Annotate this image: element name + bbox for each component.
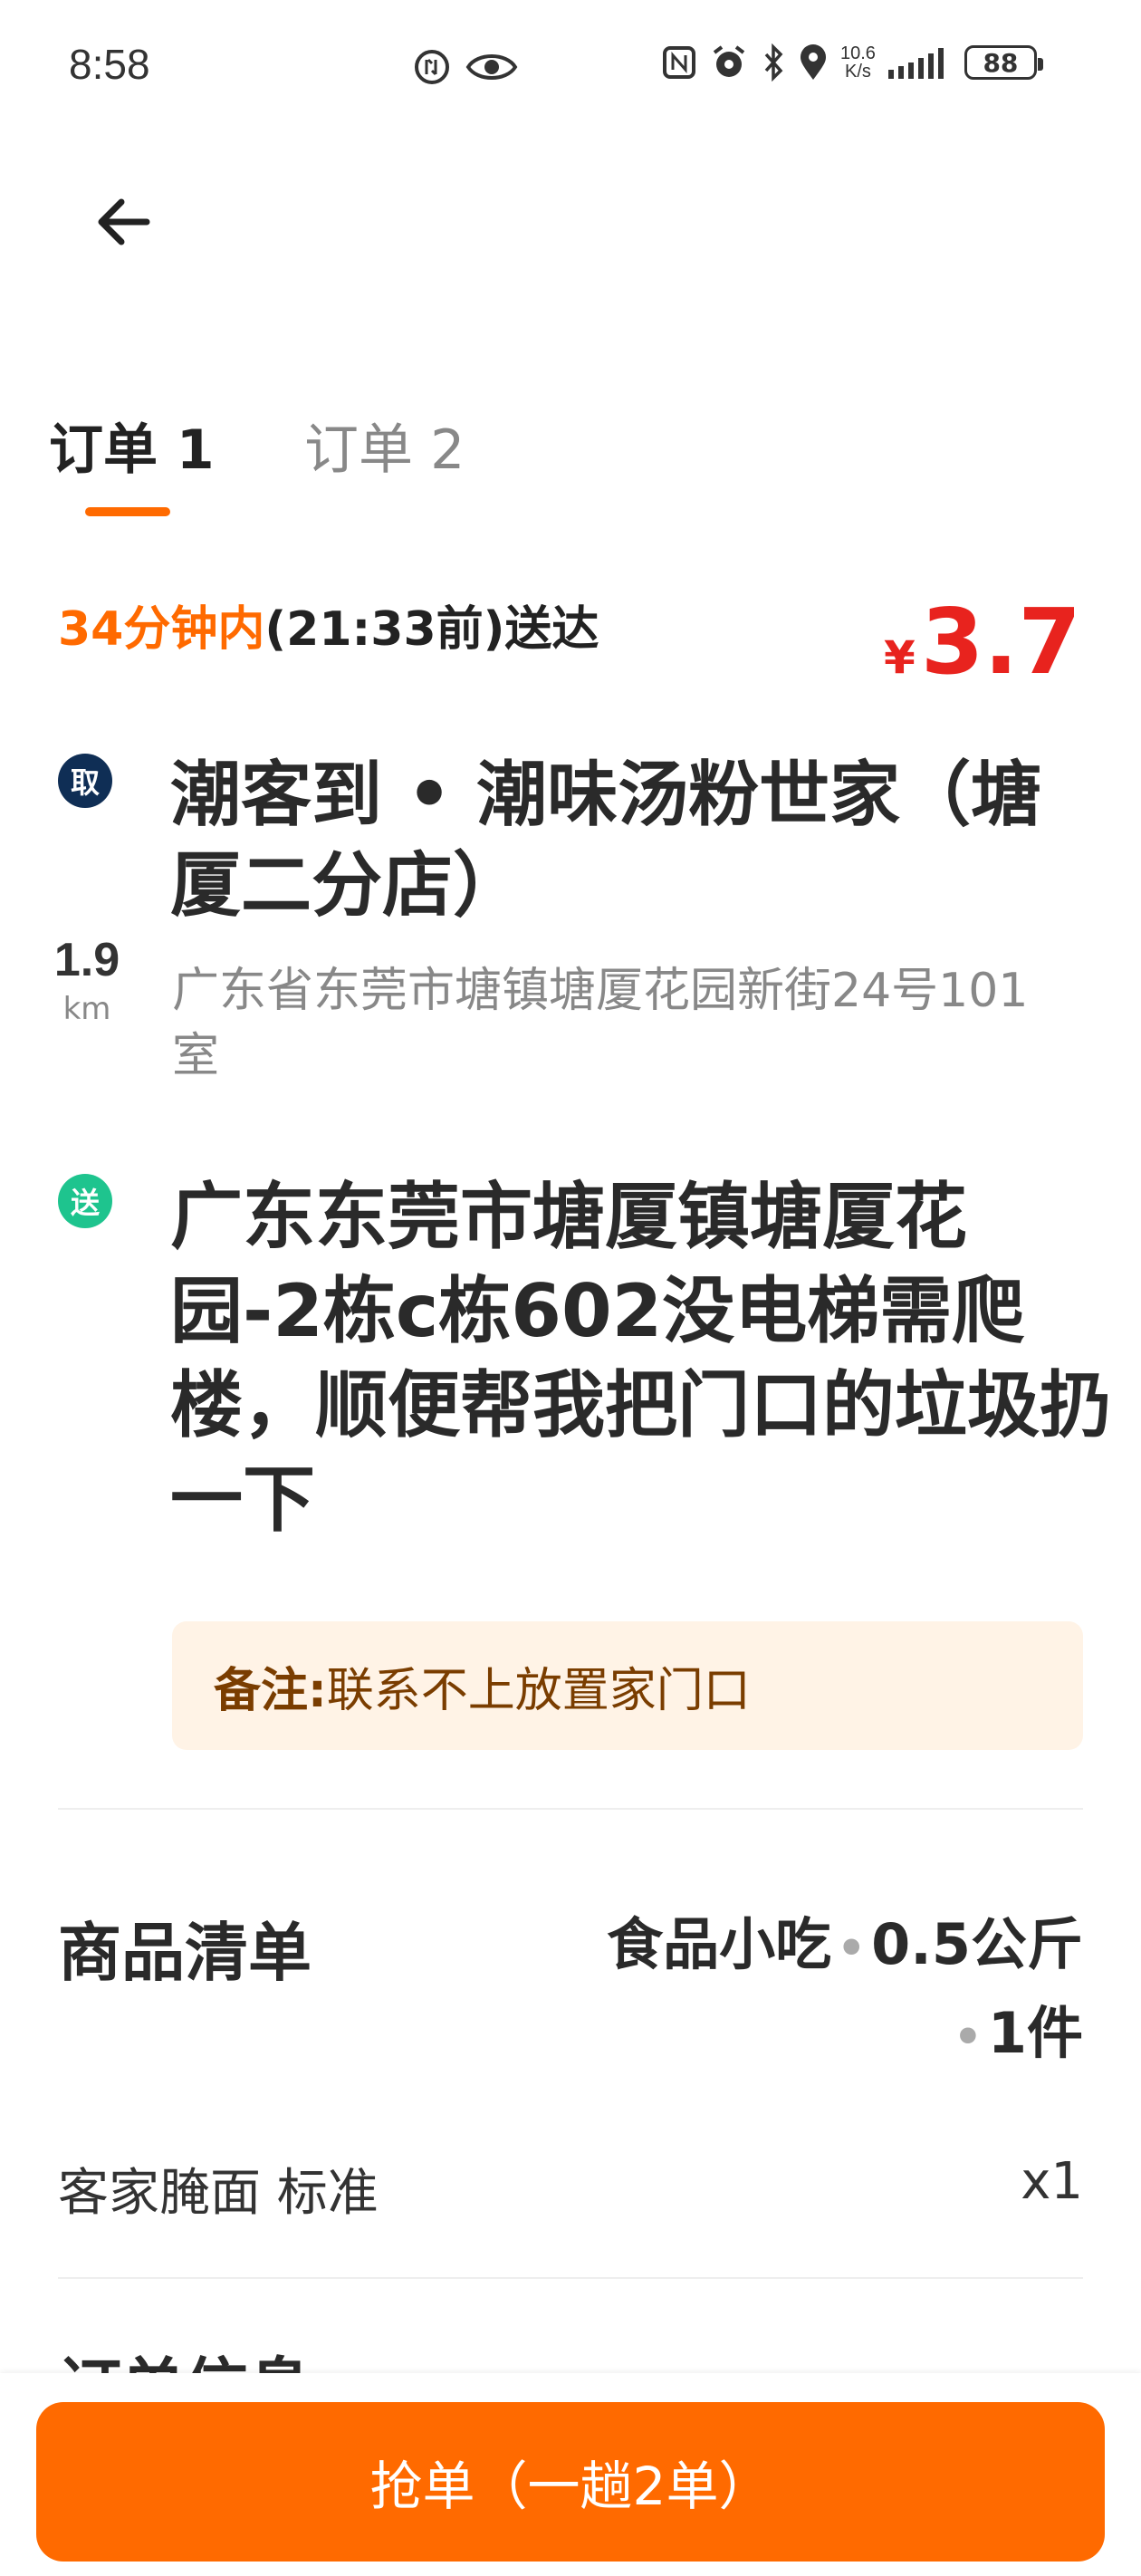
shop-name: 潮客到 • 潮味汤粉世家（塘厦二分店） <box>170 755 1042 927</box>
back-button[interactable] <box>91 186 163 258</box>
section-divider <box>58 1808 1083 1810</box>
shop-address: 广东省东莞市塘镇塘厦花园新街24号101室 <box>172 964 1029 1083</box>
battery-indicator: 88 <box>964 45 1043 80</box>
separator-dot: • <box>953 2011 983 2063</box>
pickup-badge: 取 <box>58 754 112 808</box>
dropoff-address: 广东东莞市塘厦镇塘厦花园-2栋c栋602没电梯需爬楼，顺便帮我把门口的垃圾扔一下 <box>170 1175 1112 1542</box>
section-divider <box>58 2277 1083 2279</box>
status-left-icons <box>412 47 519 87</box>
signal-icon <box>887 48 944 79</box>
tab-order-2[interactable]: 订单 2 <box>304 406 465 485</box>
currency-symbol: ¥ <box>884 631 916 684</box>
eta-deadline: (21:33前)送达 <box>264 602 599 657</box>
dropoff-badge: 送 <box>58 1174 112 1228</box>
goods-list-title: 商品清单 <box>58 1916 312 1990</box>
goods-summary: 食品小吃 •0.5公斤 •1件 <box>522 1902 1083 2080</box>
order-price: ¥ 3.7 <box>884 589 1081 695</box>
net-speed: 10.6 K/s <box>840 44 876 81</box>
goods-category: 食品小吃 <box>607 1911 832 1977</box>
pickup-distance: 1.9 km <box>51 933 123 1027</box>
distance-value: 1.9 <box>53 934 120 986</box>
eye-icon <box>465 54 518 80</box>
distance-unit: km <box>62 991 111 1027</box>
status-right-icons: 10.6 K/s 88 <box>661 43 1043 82</box>
net-speed-unit: K/s <box>845 62 871 82</box>
active-tab-indicator <box>85 507 170 516</box>
note-label: 备注: <box>214 1663 327 1718</box>
location-icon <box>801 44 826 80</box>
grab-order-button[interactable]: 抢单（一趟2单） <box>36 2402 1105 2562</box>
list-item-name: 客家腌面 标准 <box>58 2164 379 2223</box>
eta-highlight: 34分钟内 <box>58 602 265 657</box>
order-note: 备注: 联系不上放置家门口 <box>172 1621 1083 1750</box>
data-saver-icon <box>415 50 449 84</box>
delivery-eta: 34分钟内(21:33前)送达 <box>58 591 599 658</box>
list-item-qty: x1 <box>1021 2152 1083 2211</box>
goods-count: 1件 <box>987 2000 1083 2066</box>
tab-order-1[interactable]: 订单 1 <box>49 406 215 485</box>
net-speed-value: 10.6 <box>840 43 876 63</box>
status-time: 8:58 <box>69 41 150 88</box>
separator-dot: • <box>837 1922 867 1975</box>
arrow-left-icon <box>98 198 150 245</box>
note-text: 联系不上放置家门口 <box>326 1663 751 1718</box>
bluetooth-icon <box>764 43 783 82</box>
goods-weight: 0.5公斤 <box>871 1911 1083 1977</box>
nfc-icon <box>663 46 695 79</box>
alarm-icon <box>713 45 745 77</box>
price-value: 3.7 <box>920 589 1081 695</box>
